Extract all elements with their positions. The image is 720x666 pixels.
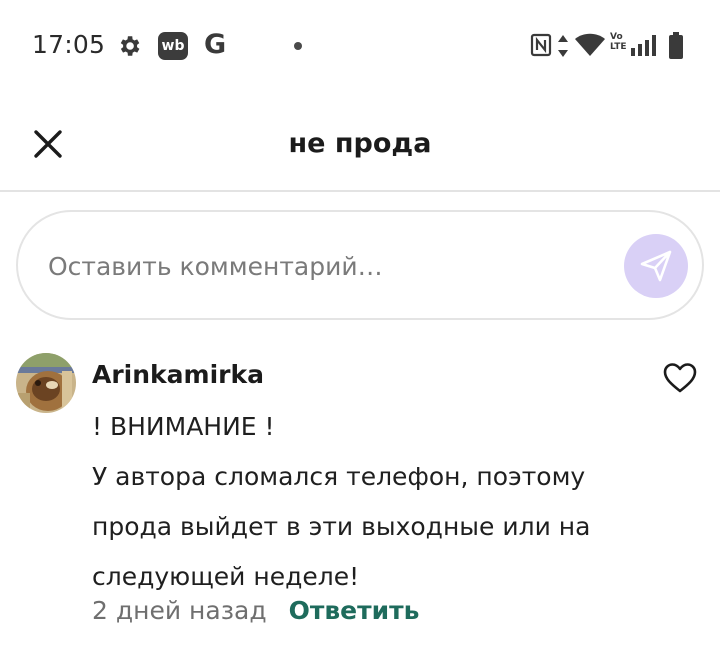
heart-icon (663, 363, 697, 393)
comment-input[interactable] (48, 242, 608, 290)
comment-item: Arinkamirka ! ВНИМАНИЕ ! У автора сломал… (0, 350, 720, 666)
comment-input-container (16, 210, 704, 320)
data-arrows-icon (558, 35, 568, 57)
volte-icon: Vo LTE (610, 32, 627, 52)
reply-button[interactable]: Ответить (289, 596, 420, 625)
like-button[interactable] (662, 360, 698, 396)
comment-line: следующей неделе! (92, 562, 360, 591)
comment-line: ! ВНИМАНИЕ ! (92, 412, 275, 441)
send-button[interactable] (624, 234, 688, 298)
comment-meta: 2 дней назад Ответить (92, 596, 419, 625)
notification-dot-icon (294, 42, 302, 50)
status-time: 17:05 (32, 30, 106, 59)
comment-line: прода выйдет в эти выходные или на (92, 512, 591, 541)
status-bar: 17:05 wb G Vo LTE (0, 0, 720, 96)
page-title: не прода (288, 128, 432, 159)
avatar-image (16, 353, 76, 413)
comment-author[interactable]: Arinkamirka (92, 360, 264, 389)
comment-timestamp: 2 дней назад (92, 596, 267, 625)
wb-app-icon: wb (158, 32, 188, 60)
header-bar: не прода (0, 96, 720, 192)
comment-line: У автора сломался телефон, поэтому (92, 462, 586, 491)
google-icon: G (204, 29, 227, 60)
avatar[interactable] (16, 353, 76, 413)
wifi-icon (575, 33, 605, 56)
nfc-icon (530, 33, 552, 57)
send-icon (640, 250, 672, 282)
battery-icon (669, 32, 683, 59)
comment-text: ! ВНИМАНИЕ ! У автора сломался телефон, … (92, 402, 692, 602)
signal-icon (631, 35, 656, 56)
gear-icon (120, 36, 140, 56)
